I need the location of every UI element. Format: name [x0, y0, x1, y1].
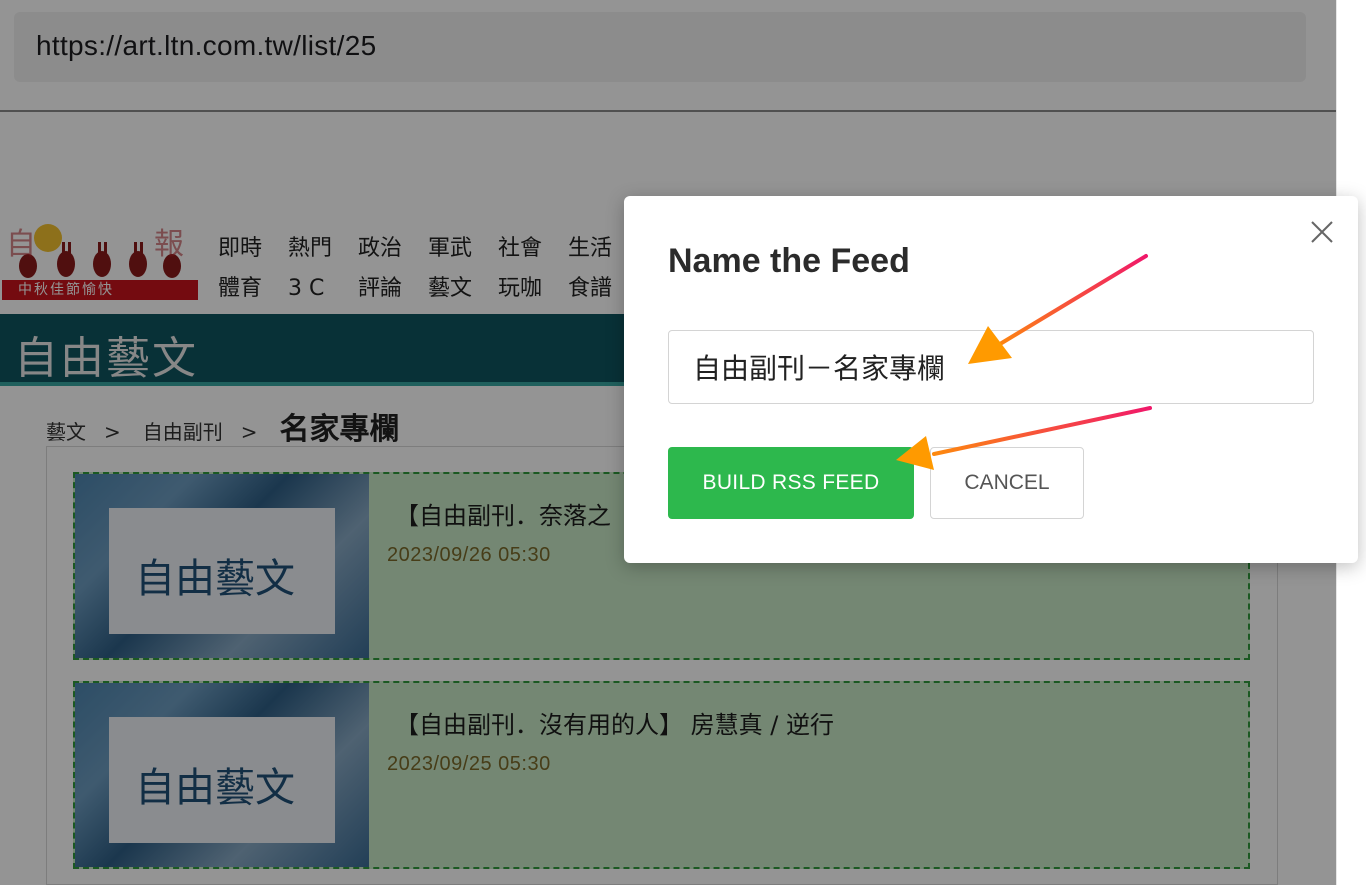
build-rss-feed-button[interactable]: BUILD RSS FEED — [668, 447, 914, 519]
dialog-title: Name the Feed — [668, 242, 910, 280]
name-feed-dialog: Name the Feed BUILD RSS FEED CANCEL — [624, 196, 1358, 563]
cancel-button[interactable]: CANCEL — [930, 447, 1084, 519]
feed-name-input[interactable] — [668, 330, 1314, 404]
close-icon[interactable] — [1306, 216, 1338, 248]
